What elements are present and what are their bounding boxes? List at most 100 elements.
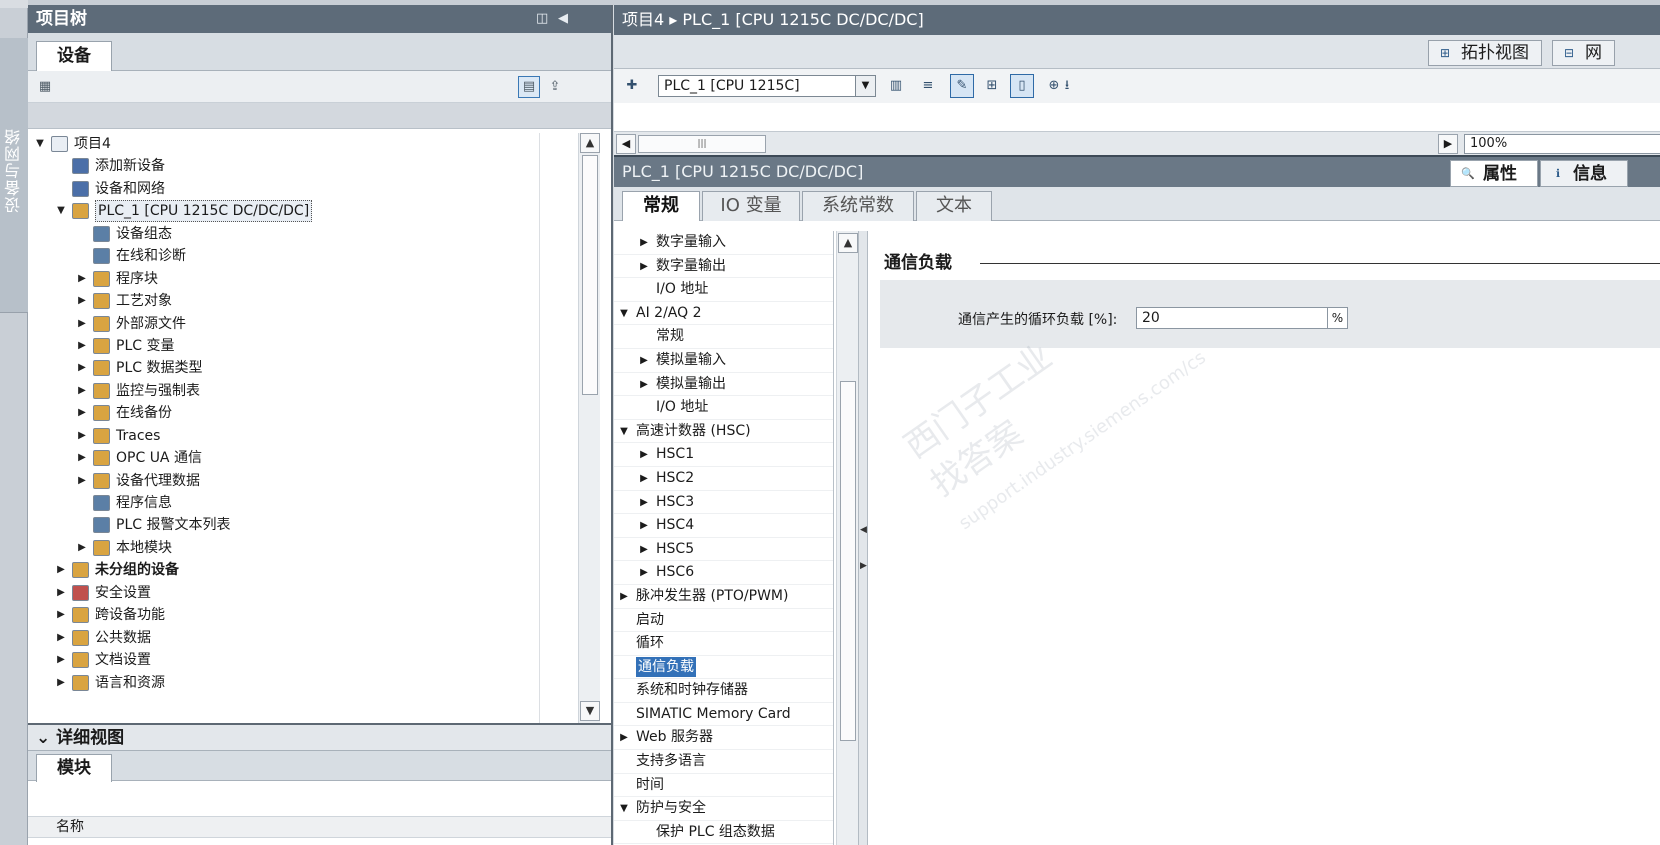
expanded-arrow-icon[interactable]: ▼: [34, 133, 46, 155]
tree-item[interactable]: ▼ PLC_1 [CPU 1215C DC/DC/DC]: [28, 200, 566, 223]
tree-item[interactable]: ▶ 设备代理数据: [28, 470, 566, 492]
export-icon[interactable]: ⇪: [544, 76, 566, 98]
collapsed-arrow-icon[interactable]: ▶: [55, 559, 67, 581]
expanded-arrow-icon[interactable]: ▼: [618, 420, 630, 443]
collapsed-arrow-icon[interactable]: ▶: [618, 585, 630, 608]
nav-item[interactable]: ▶ HSC1: [614, 443, 833, 467]
horizontal-scroll-thumb[interactable]: |||: [638, 135, 766, 153]
collapsed-arrow-icon[interactable]: ▶: [76, 402, 88, 424]
nav-item[interactable]: ▶ HSC6: [614, 561, 833, 585]
collapsed-arrow-icon[interactable]: ▶: [76, 268, 88, 290]
collapsed-arrow-icon[interactable]: ▶: [76, 357, 88, 379]
editor-horizontal-scrollbar[interactable]: ◀ ||| ▶ 100%: [614, 131, 1660, 157]
nav-item[interactable]: ▶ Web 服务器: [614, 726, 833, 751]
tree-item[interactable]: ▶ 程序块: [28, 268, 566, 290]
scroll-thumb[interactable]: [840, 381, 856, 741]
tree-item[interactable]: ▶ 在线备份: [28, 402, 566, 424]
navigation-scrollbar[interactable]: ▲: [836, 231, 858, 845]
collapsed-arrow-icon[interactable]: ▶: [638, 373, 650, 396]
collapsed-arrow-icon[interactable]: ▶: [55, 649, 67, 671]
collapsed-arrow-icon[interactable]: ▶: [76, 537, 88, 559]
tree-item[interactable]: ▶ PLC 变量: [28, 335, 566, 357]
tree-item[interactable]: ▶ 未分组的设备: [28, 559, 566, 581]
collapsed-arrow-icon[interactable]: ▶: [55, 604, 67, 626]
nav-item[interactable]: ▼ 防护与安全: [614, 797, 833, 821]
panel-layout-icon[interactable]: ◫: [536, 5, 548, 33]
name-icon[interactable]: ≡: [916, 74, 940, 98]
tab-general[interactable]: 常规: [622, 191, 700, 221]
collapsed-arrow-icon[interactable]: ▶: [638, 467, 650, 490]
tree-item[interactable]: ▶ OPC UA 通信: [28, 447, 566, 469]
tree-item[interactable]: ▼ 项目4: [28, 133, 566, 155]
splitter-right-arrow-icon[interactable]: ▶: [860, 561, 867, 571]
table-icon[interactable]: ▥: [884, 74, 908, 98]
collapsed-arrow-icon[interactable]: ▶: [638, 349, 650, 372]
grid-icon[interactable]: ⊞: [980, 74, 1004, 98]
tree-item[interactable]: ▶ 监控与强制表: [28, 380, 566, 402]
tree-item[interactable]: ▶ 公共数据: [28, 627, 566, 649]
network-view-button[interactable]: ⊟ 网: [1552, 40, 1615, 66]
tab-system-constants[interactable]: 系统常数: [802, 191, 914, 221]
tab-devices[interactable]: 设备: [36, 41, 112, 71]
collapsed-arrow-icon[interactable]: ▶: [76, 313, 88, 335]
nav-item[interactable]: 常规: [614, 325, 833, 349]
nav-item[interactable]: 保护 PLC 组态数据: [614, 821, 833, 845]
tree-item[interactable]: PLC 报警文本列表: [28, 514, 566, 536]
nav-item[interactable]: I/O 地址: [614, 396, 833, 420]
splitter-left-arrow-icon[interactable]: ◀: [860, 525, 867, 535]
collapsed-arrow-icon[interactable]: ▶: [638, 491, 650, 514]
device-tool-icon[interactable]: ✚: [620, 74, 644, 98]
tree-item[interactable]: 程序信息: [28, 492, 566, 514]
nav-item[interactable]: ▶ 数字量输入: [614, 231, 833, 255]
nav-item[interactable]: ▼ 高速计数器 (HSC): [614, 420, 833, 444]
collapsed-arrow-icon[interactable]: ▶: [55, 627, 67, 649]
details-view-title-bar[interactable]: ⌄ 详细视图: [28, 725, 611, 751]
cycle-load-input[interactable]: 20: [1136, 307, 1328, 329]
nav-item[interactable]: 通信负载: [614, 656, 833, 680]
panel-icon[interactable]: ▯: [1010, 74, 1034, 98]
collapsed-arrow-icon[interactable]: ▶: [638, 231, 650, 254]
tree-item[interactable]: ▶ PLC 数据类型: [28, 357, 566, 379]
chevron-down-icon[interactable]: ▼: [855, 76, 875, 96]
pen-icon[interactable]: ✎: [950, 74, 974, 98]
tree-item[interactable]: ▶ 外部源文件: [28, 313, 566, 335]
nav-item[interactable]: ▶ 数字量输出: [614, 255, 833, 279]
tree-item[interactable]: ▶ 语言和资源: [28, 672, 566, 694]
nav-item[interactable]: SIMATIC Memory Card: [614, 703, 833, 727]
nav-item[interactable]: ▶ HSC4: [614, 514, 833, 538]
grid-view-icon[interactable]: ▦: [34, 76, 56, 98]
project-tree-scrollbar[interactable]: ▲ ▼: [578, 133, 600, 723]
tree-item[interactable]: ▶ 工艺对象: [28, 290, 566, 312]
collapsed-arrow-icon[interactable]: ▶: [638, 514, 650, 537]
collapsed-arrow-icon[interactable]: ▶: [76, 447, 88, 469]
nav-item[interactable]: ▶ HSC3: [614, 491, 833, 515]
expanded-arrow-icon[interactable]: ▼: [618, 797, 630, 820]
devices-networks-vertical-tab[interactable]: 设备与网络: [0, 38, 28, 313]
collapsed-arrow-icon[interactable]: ▶: [55, 582, 67, 604]
collapsed-arrow-icon[interactable]: ▶: [76, 470, 88, 492]
collapsed-arrow-icon[interactable]: ▶: [55, 672, 67, 694]
tree-item[interactable]: ▶ 文档设置: [28, 649, 566, 671]
collapsed-arrow-icon[interactable]: ▶: [76, 380, 88, 402]
scroll-up-button[interactable]: ▲: [838, 233, 858, 253]
tree-item[interactable]: ▶ 安全设置: [28, 582, 566, 604]
properties-button[interactable]: 🔍 属性: [1450, 160, 1538, 187]
nav-item[interactable]: ▶ HSC5: [614, 538, 833, 562]
info-button[interactable]: ℹ 信息: [1540, 160, 1628, 187]
nav-item[interactable]: ▶ 模拟量输入: [614, 349, 833, 373]
collapsed-arrow-icon[interactable]: ▶: [76, 335, 88, 357]
scroll-up-button[interactable]: ▲: [580, 133, 600, 153]
nav-item[interactable]: 启动: [614, 609, 833, 633]
collapsed-arrow-icon[interactable]: ▶: [76, 290, 88, 312]
nav-item[interactable]: 时间: [614, 774, 833, 798]
tab-texts[interactable]: 文本: [916, 191, 992, 221]
scroll-left-button[interactable]: ◀: [616, 134, 636, 154]
topology-view-button[interactable]: ⊞ 拓扑视图: [1428, 40, 1542, 66]
navigation-splitter[interactable]: ◀ ▶: [858, 231, 868, 845]
tree-item[interactable]: 设备组态: [28, 223, 566, 245]
nav-item[interactable]: I/O 地址: [614, 278, 833, 302]
tree-item[interactable]: ▶ 跨设备功能: [28, 604, 566, 626]
scroll-thumb[interactable]: [582, 155, 598, 395]
tab-io-tags[interactable]: IO 变量: [702, 191, 800, 221]
collapsed-arrow-icon[interactable]: ▶: [638, 538, 650, 561]
